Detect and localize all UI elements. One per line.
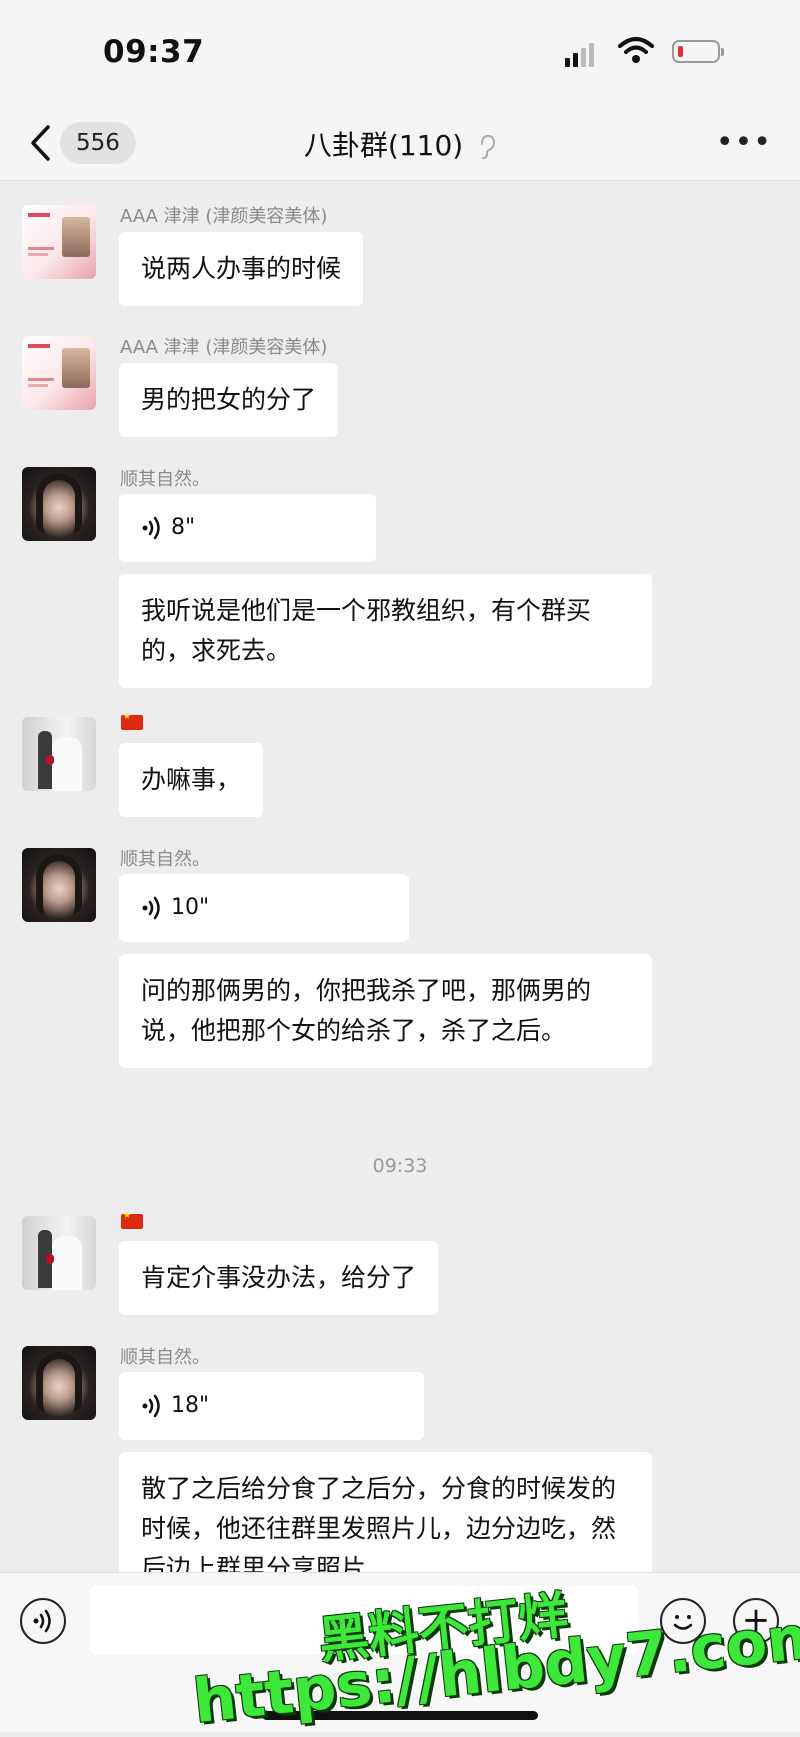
sender-name: AAA 津津 (津颜美容美体) xyxy=(120,206,328,227)
status-time: 09:37 xyxy=(103,34,205,70)
voice-duration: 18" xyxy=(171,1393,210,1418)
avatar[interactable] xyxy=(22,336,96,410)
voice-wave-icon xyxy=(33,1609,51,1633)
voice-wave-icon xyxy=(142,516,160,540)
message-bubble[interactable]: 问的那俩男的，你把我杀了吧，那俩男的说，他把那个女的给杀了，杀了之后。 xyxy=(119,954,652,1068)
message-bubble[interactable]: 说两人办事的时候 xyxy=(119,232,364,306)
cellular-signal-icon xyxy=(565,43,597,67)
message-bubble[interactable]: 办嘛事， xyxy=(119,743,264,817)
voice-wave-icon xyxy=(142,1394,160,1418)
avatar[interactable] xyxy=(22,717,96,791)
message-bubble[interactable]: 男的把女的分了 xyxy=(119,363,339,437)
voice-message[interactable]: 10" xyxy=(119,874,409,942)
sender-name: 顺其自然。 xyxy=(120,469,210,490)
timestamp: 09:33 xyxy=(372,1155,428,1177)
chat-title: 八卦群(110) xyxy=(0,124,800,164)
avatar[interactable] xyxy=(22,848,96,922)
earpiece-mode-icon xyxy=(481,134,496,159)
battery-low-icon xyxy=(672,40,724,63)
message-bubble[interactable]: 我听说是他们是一个邪教组织，有个群买的，求死去。 xyxy=(119,574,652,688)
voice-message[interactable]: 18" xyxy=(119,1372,424,1440)
china-flag-icon xyxy=(121,712,143,730)
chat-header: 556 八卦群(110) ••• xyxy=(0,105,800,181)
voice-duration: 8" xyxy=(171,515,196,540)
avatar[interactable] xyxy=(22,1346,96,1420)
avatar[interactable] xyxy=(22,467,96,541)
voice-duration: 10" xyxy=(171,895,210,920)
avatar[interactable] xyxy=(22,205,96,279)
sender-name: 顺其自然。 xyxy=(120,849,210,870)
china-flag-icon xyxy=(121,1211,143,1229)
wifi-icon xyxy=(618,37,654,63)
chat-title-text: 八卦群(110) xyxy=(303,129,464,162)
sender-name: 顺其自然。 xyxy=(120,1347,210,1368)
avatar[interactable] xyxy=(22,1216,96,1290)
message-bubble[interactable]: 肯定介事没办法，给分了 xyxy=(119,1241,439,1315)
voice-message[interactable]: 8" xyxy=(119,494,376,562)
voice-wave-icon xyxy=(142,896,160,920)
sender-name: AAA 津津 (津颜美容美体) xyxy=(120,337,328,358)
voice-input-button[interactable] xyxy=(20,1598,66,1644)
more-options-button[interactable]: ••• xyxy=(716,125,772,160)
status-bar: 09:37 xyxy=(0,0,800,105)
